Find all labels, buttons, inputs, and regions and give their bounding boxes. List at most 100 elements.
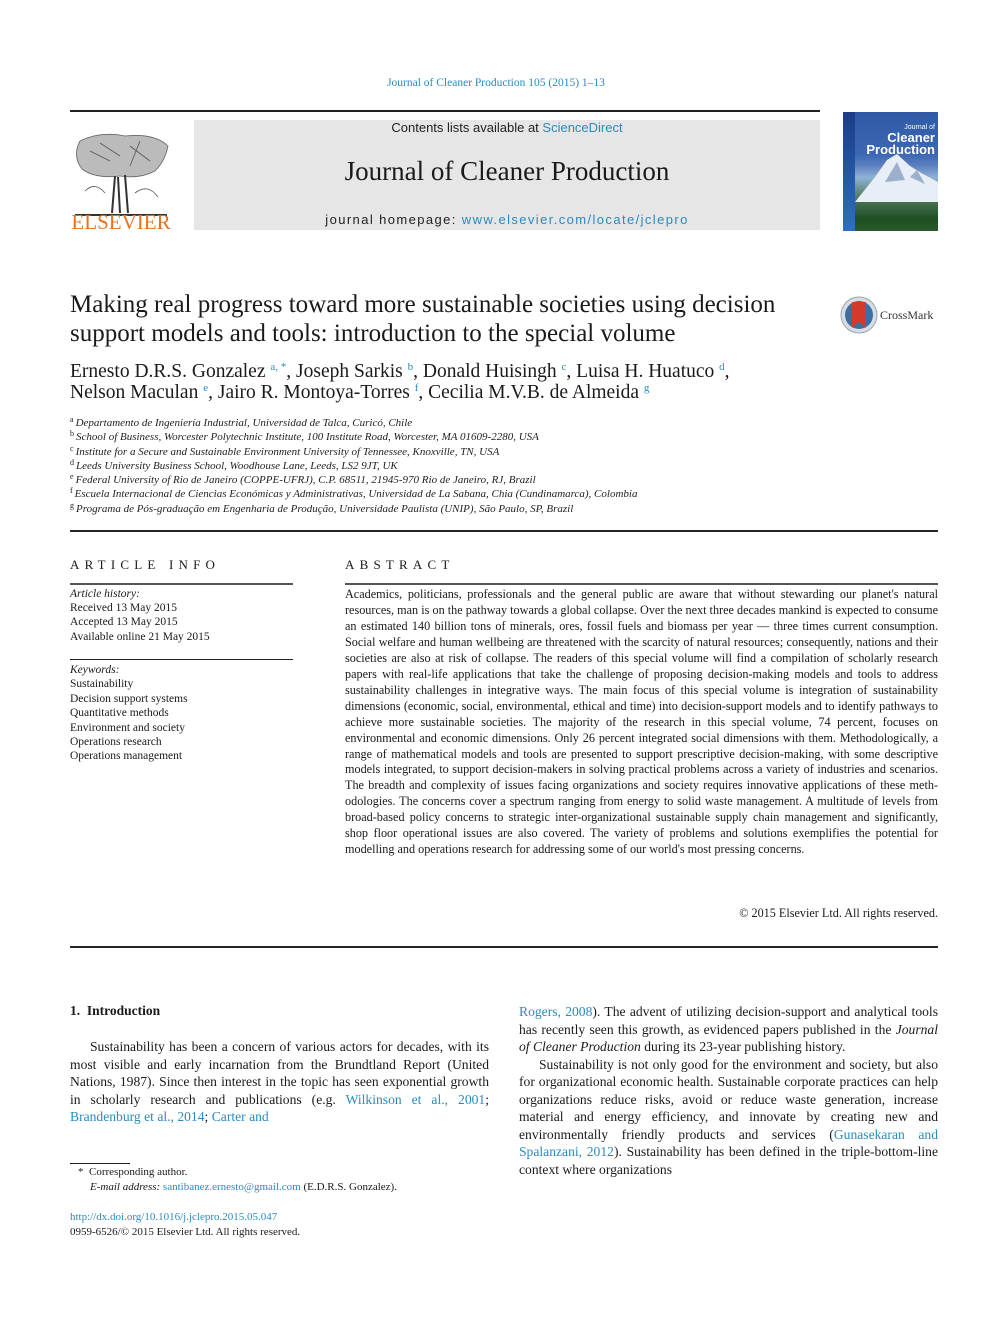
issn-copyright: 0959-6526/© 2015 Elsevier Ltd. All right… — [70, 1226, 301, 1238]
intro-paragraph-1: Sustainability has been a concern of var… — [70, 1038, 489, 1126]
author-list: Ernesto D.R.S. Gonzalez a, *, Joseph Sar… — [70, 361, 940, 403]
footnote-rule — [70, 1163, 130, 1164]
affiliation-item: e Federal University of Rio de Janeiro (C… — [70, 473, 940, 487]
keywords: Keywords: Sustainability Decision suppor… — [70, 663, 300, 764]
keyword-item: Environment and society — [70, 721, 185, 734]
author-name[interactable]: Donald Huisingh — [423, 361, 557, 382]
affiliation-text: School of Business, Worcester Polytechni… — [76, 431, 539, 444]
affiliation-text: Escuela Internacional de Ciencias Económ… — [74, 488, 638, 501]
doi-block: http://dx.doi.org/10.1016/j.jclepro.2015… — [70, 1210, 489, 1240]
journal-cover-image[interactable]: Journal of Cleaner Production — [843, 112, 938, 231]
keyword-item: Sustainability — [70, 678, 134, 691]
author-separator: , — [413, 361, 423, 382]
affiliation-key: c — [70, 443, 74, 453]
citation-separator: ; — [485, 1091, 489, 1107]
keywords-rule — [70, 659, 293, 660]
corresponding-author-label: Corresponding author. — [89, 1166, 188, 1178]
article-history: Article history: Received 13 May 2015 Ac… — [70, 587, 300, 644]
abstract-text: Academics, politicians, professionals an… — [345, 587, 938, 857]
history-label: Article history: — [70, 588, 140, 600]
author-name[interactable]: Jairo R. Montoya-Torres — [218, 382, 410, 403]
affiliation-text: Programa de Pós-graduação em Engenharia … — [76, 502, 574, 515]
affiliation-key: g — [70, 500, 74, 510]
citation-separator: ; — [204, 1109, 212, 1124]
crossmark-label: CrossMark — [880, 308, 934, 322]
section-heading-introduction: 1. Introduction — [70, 1003, 161, 1018]
title-block-rule — [70, 530, 938, 532]
history-received: Received 13 May 2015 — [70, 602, 177, 615]
abstract-bottom-rule — [70, 946, 938, 948]
affiliation-item: a Departamento de Ingeniería Industrial, … — [70, 416, 940, 430]
homepage-line: journal homepage: www.elsevier.com/locat… — [194, 212, 820, 227]
keywords-label: Keywords: — [70, 664, 120, 676]
affiliation-item: g Programa de Pós-graduação em Engenharia… — [70, 500, 940, 516]
affiliations-list: a Departamento de Ingeniería Industrial, … — [70, 416, 940, 516]
keyword-item: Quantitative methods — [70, 707, 169, 720]
affiliation-text: Institute for a Secure and Sustainable E… — [75, 445, 500, 458]
running-head[interactable]: Journal of Cleaner Production 105 (2015)… — [0, 77, 992, 89]
author-separator: , — [724, 361, 730, 382]
abstract-copyright: © 2015 Elsevier Ltd. All rights reserved… — [739, 906, 938, 920]
crossmark-button[interactable]: CrossMark — [840, 296, 940, 336]
doi-link[interactable]: http://dx.doi.org/10.1016/j.jclepro.2015… — [70, 1211, 277, 1223]
cover-title: Journal of Cleaner Production — [857, 124, 935, 156]
article-info-heading: ARTICLE INFO — [70, 557, 221, 572]
corresponding-author-footnote: * Corresponding author. E-mail address: … — [70, 1165, 489, 1195]
contents-line: Contents lists available at ScienceDirec… — [194, 120, 820, 135]
author-name[interactable]: Nelson Maculan — [70, 382, 198, 403]
citation-link[interactable]: Carter and — [212, 1109, 269, 1124]
affiliation-key: b — [70, 429, 74, 439]
intro-text: during its 23-year publishing history. — [640, 1039, 846, 1054]
email-label: E-mail address: — [90, 1181, 161, 1193]
author-separator: , — [566, 361, 577, 382]
cover-title-line3: Production — [866, 142, 935, 157]
affiliation-text: Leeds University Business School, Woodho… — [76, 459, 398, 472]
article-info-rule — [70, 583, 293, 585]
affiliation-item: c Institute for a Secure and Sustainable … — [70, 443, 940, 459]
author-name[interactable]: Ernesto D.R.S. Gonzalez — [70, 361, 266, 382]
abstract-rule — [345, 583, 938, 585]
intro-column-2: Rogers, 2008). The advent of utilizing d… — [519, 1003, 938, 1178]
citation-link[interactable]: Rogers, 2008 — [519, 1004, 592, 1019]
affiliation-text: Federal University of Rio de Janeiro (CO… — [75, 474, 536, 487]
author-separator: , — [286, 361, 297, 382]
affiliation-key: d — [70, 457, 74, 467]
intro-paragraph-2: Sustainability is not only good for the … — [519, 1056, 938, 1179]
citation-link[interactable]: Wilkinson et al., 2001 — [346, 1092, 486, 1107]
cover-stripe — [843, 112, 855, 231]
sciencedirect-link[interactable]: ScienceDirect — [542, 120, 622, 135]
article-title: Making real progress toward more sustain… — [70, 291, 776, 347]
keyword-item: Decision support systems — [70, 692, 188, 705]
homepage-prefix: journal homepage: — [325, 212, 462, 227]
author-separator: , — [208, 382, 218, 403]
history-available-online: Available online 21 May 2015 — [70, 630, 210, 643]
author-affiliation-marker[interactable]: a, * — [270, 361, 286, 373]
affiliation-key: f — [70, 486, 73, 496]
author-name[interactable]: Luisa H. Huatuco — [576, 361, 714, 382]
affiliation-item: d Leeds University Business School, Woodh… — [70, 457, 940, 473]
crossmark-icon — [840, 296, 878, 334]
author-separator: , — [418, 382, 429, 403]
citation-link[interactable]: Brandenburg et al., 2014 — [70, 1109, 205, 1124]
elsevier-wordmark[interactable]: ELSEVIER — [70, 210, 172, 235]
abstract-heading: ABSTRACT — [345, 557, 455, 572]
journal-name: Journal of Cleaner Production — [344, 156, 670, 186]
author-name[interactable]: Cecilia M.V.B. de Almeida — [428, 382, 639, 403]
author-email-link[interactable]: santibanez.ernesto@gmail.com — [163, 1181, 301, 1193]
history-accepted: Accepted 13 May 2015 — [70, 616, 178, 629]
keyword-item: Operations research — [70, 736, 162, 749]
journal-homepage-link[interactable]: www.elsevier.com/locate/jclepro — [462, 212, 689, 227]
header-rule — [70, 110, 820, 112]
keyword-item: Operations management — [70, 750, 183, 763]
author-affiliation-marker[interactable]: g — [644, 382, 650, 394]
affiliation-key: e — [70, 472, 74, 482]
affiliation-key: a — [70, 415, 74, 424]
author-name[interactable]: Joseph Sarkis — [296, 361, 403, 382]
affiliation-text: Departamento de Ingeniería Industrial, U… — [75, 417, 413, 429]
cover-mountain-icon — [855, 154, 938, 202]
intro-paragraph-1-continued: Rogers, 2008). The advent of utilizing d… — [519, 1003, 938, 1056]
footnote-marker: * — [78, 1166, 84, 1178]
journal-banner: Contents lists available at ScienceDirec… — [194, 120, 820, 230]
affiliation-item: f Escuela Internacional de Ciencias Econó… — [70, 487, 940, 501]
contents-prefix: Contents lists available at — [391, 120, 543, 135]
